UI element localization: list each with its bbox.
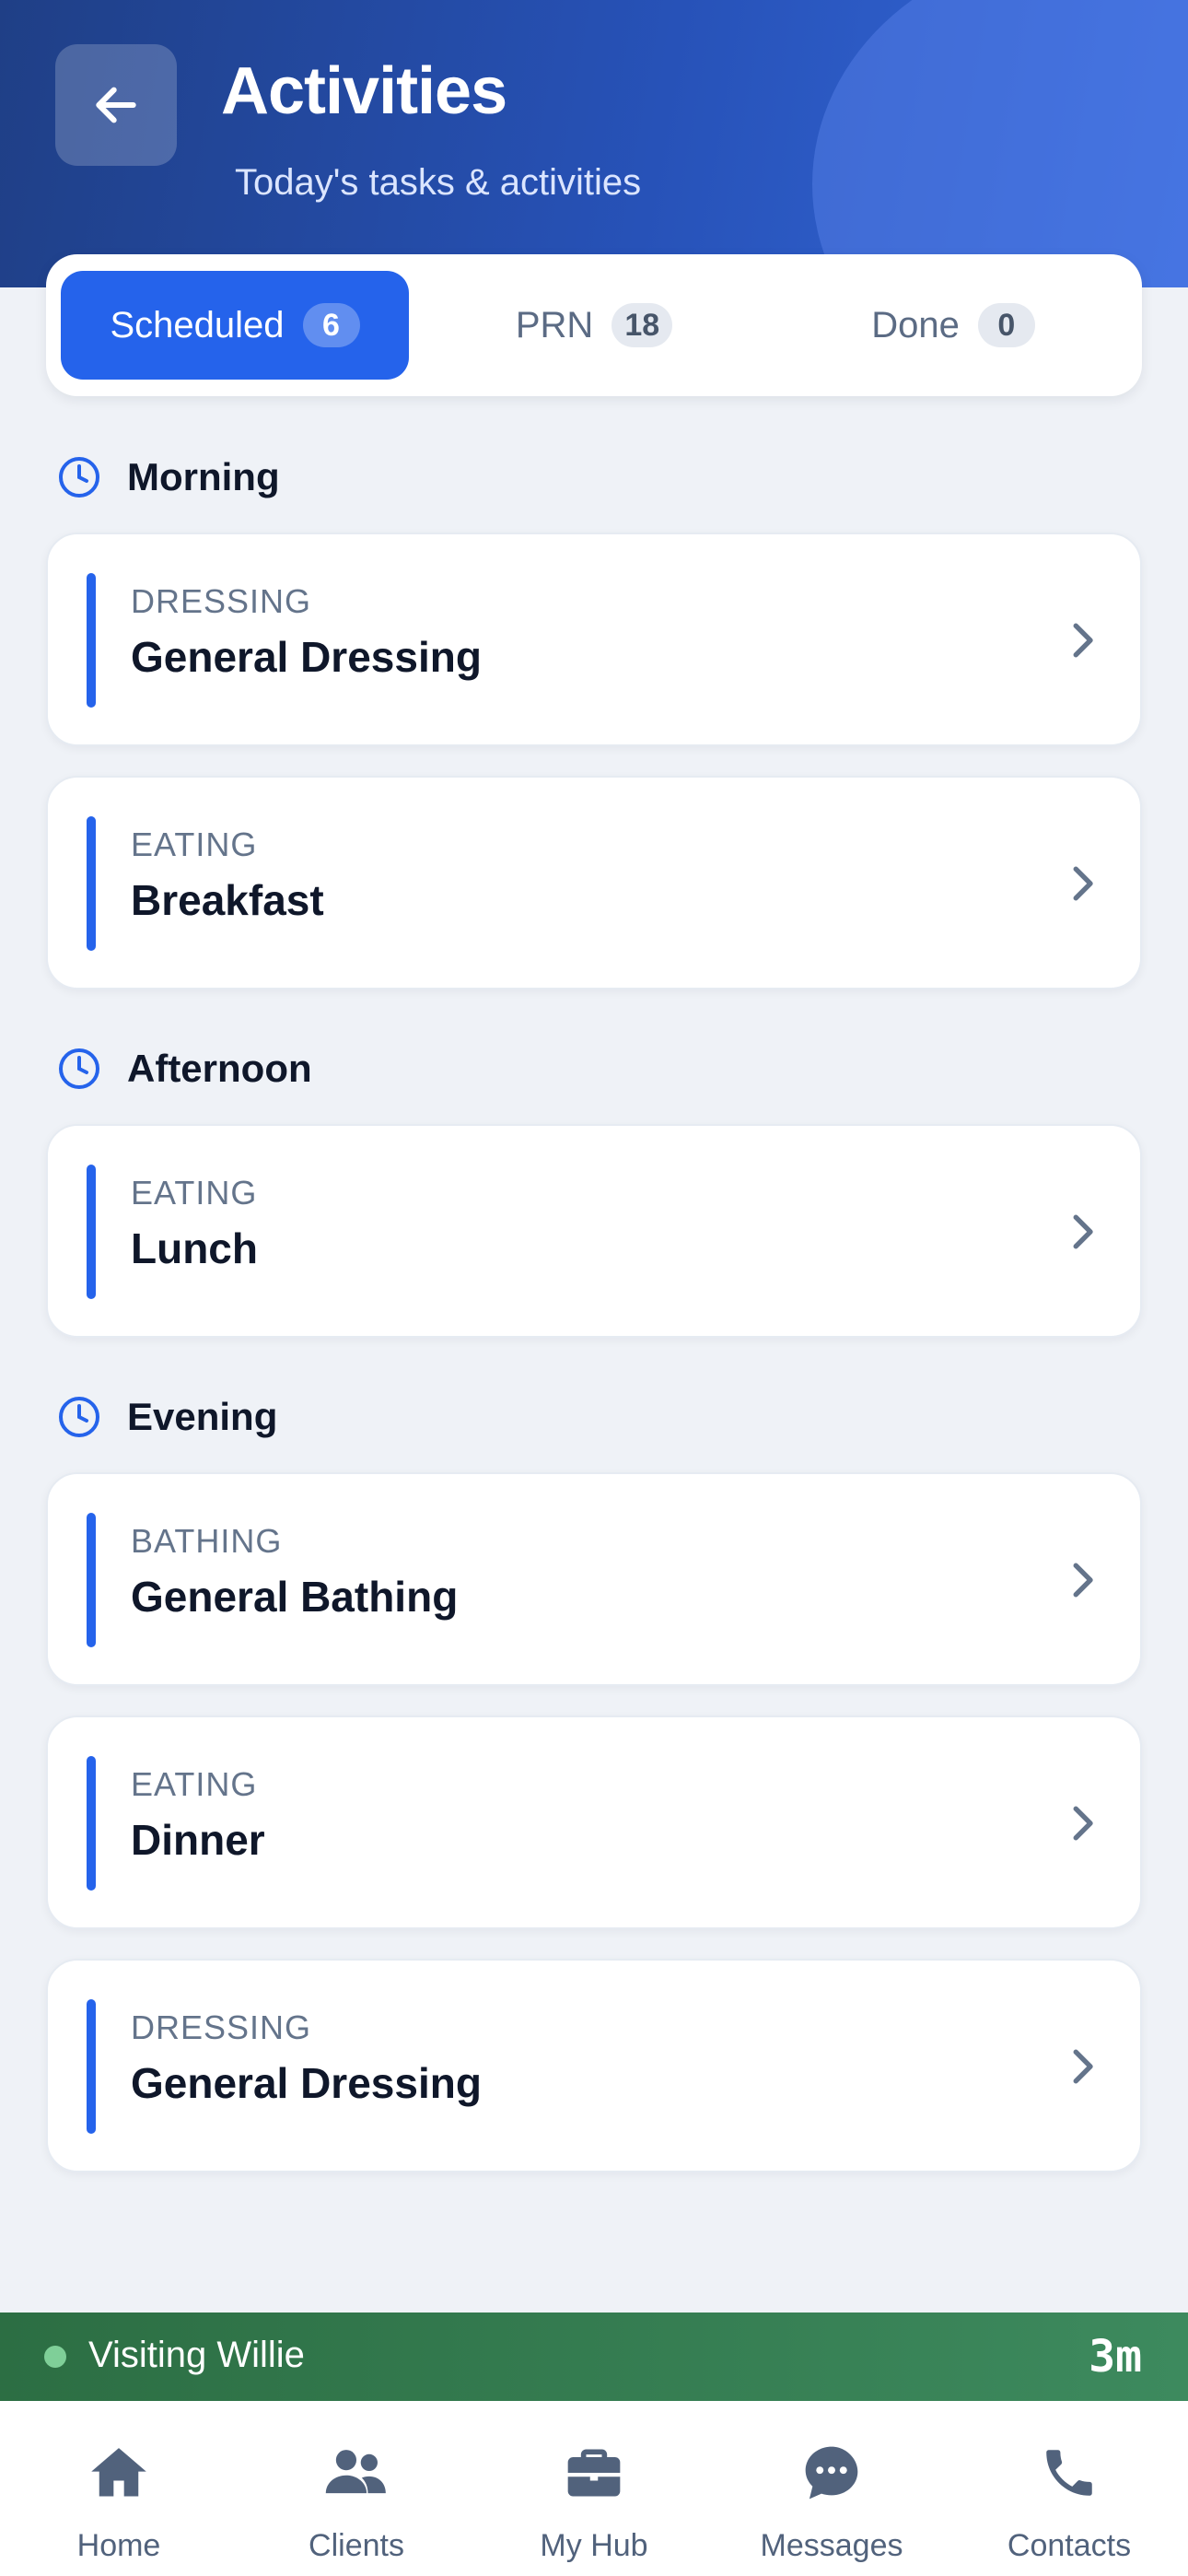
activity-name: General Dressing	[131, 2059, 482, 2107]
briefcase-icon	[567, 2449, 621, 2497]
section-title: Afternoon	[127, 1047, 312, 1090]
bottom-nav: Home Clients My Hub Messages Contacts	[0, 2401, 1188, 2576]
accent-bar	[87, 816, 96, 951]
clock-icon	[59, 1397, 99, 1437]
section-header-evening: Evening	[57, 1395, 277, 1439]
chevron-right-icon	[1073, 2049, 1093, 2084]
chevron-right-icon	[1073, 623, 1093, 658]
activity-category: EATING	[131, 1174, 258, 1212]
chevron-right-icon	[1073, 1214, 1093, 1249]
nav-contacts[interactable]: Contacts	[950, 2401, 1188, 2576]
activity-card[interactable]: BATHING General Bathing	[46, 1472, 1142, 1686]
tab-prn[interactable]: PRN 18	[420, 271, 768, 380]
status-dot	[44, 2346, 66, 2368]
section-header-morning: Morning	[57, 455, 280, 499]
chevron-right-icon	[1073, 1806, 1093, 1841]
chat-bubble-icon	[805, 2446, 858, 2500]
accent-bar	[87, 1165, 96, 1299]
nav-messages[interactable]: Messages	[713, 2401, 950, 2576]
tab-done[interactable]: Done 0	[779, 271, 1127, 380]
accent-bar	[87, 1999, 96, 2134]
tab-label: Scheduled	[110, 304, 285, 345]
tab-count-badge: 0	[977, 303, 1035, 347]
activity-name: Breakfast	[131, 876, 324, 924]
clock-icon	[59, 457, 99, 498]
app-header: Activities Today's tasks & activities	[0, 0, 1188, 287]
phone-icon	[1046, 2450, 1092, 2496]
visit-label: Visiting Willie	[88, 2335, 305, 2375]
nav-label: Clients	[309, 2528, 404, 2563]
back-button[interactable]	[55, 44, 177, 166]
nav-label: My Hub	[540, 2528, 648, 2563]
tab-label: Done	[871, 304, 960, 345]
activity-category: BATHING	[131, 1522, 283, 1560]
tab-count-badge: 18	[611, 303, 673, 347]
activity-card[interactable]: EATING Lunch	[46, 1124, 1142, 1338]
section-title: Evening	[127, 1395, 278, 1438]
chevron-right-icon	[1073, 1563, 1093, 1598]
activity-category: EATING	[131, 825, 258, 863]
section-header-afternoon: Afternoon	[57, 1047, 312, 1091]
nav-clients[interactable]: Clients	[238, 2401, 475, 2576]
active-visit-banner[interactable]: Visiting Willie 3m	[0, 2313, 1188, 2401]
accent-bar	[87, 1756, 96, 1891]
activity-card[interactable]: EATING Dinner	[46, 1715, 1142, 1929]
nav-label: Home	[76, 2528, 161, 2563]
arrow-left-icon	[96, 87, 136, 123]
activity-name: Lunch	[131, 1224, 258, 1272]
activity-category: EATING	[131, 1765, 258, 1803]
tab-label: PRN	[515, 304, 594, 345]
activity-category: DRESSING	[131, 582, 312, 620]
activity-name: Dinner	[131, 1816, 265, 1864]
chevron-right-icon	[1073, 866, 1093, 901]
page-title: Activities	[221, 54, 507, 128]
section-title: Morning	[127, 455, 280, 498]
tab-bar: Scheduled 6 PRN 18 Done 0	[46, 254, 1142, 396]
tab-count-badge: 6	[302, 303, 360, 347]
accent-bar	[87, 1513, 96, 1647]
activity-card[interactable]: DRESSING General Dressing	[46, 1959, 1142, 2172]
activity-card[interactable]: EATING Breakfast	[46, 776, 1142, 989]
activity-name: General Bathing	[131, 1573, 459, 1621]
clock-icon	[59, 1048, 99, 1089]
nav-home[interactable]: Home	[0, 2401, 238, 2576]
nav-label: Messages	[760, 2528, 903, 2563]
home-icon	[91, 2448, 146, 2497]
tab-scheduled[interactable]: Scheduled 6	[61, 271, 409, 380]
accent-bar	[87, 573, 96, 708]
activity-category: DRESSING	[131, 2008, 312, 2046]
page-subtitle: Today's tasks & activities	[235, 162, 642, 203]
activity-name: General Dressing	[131, 633, 482, 681]
activity-card[interactable]: DRESSING General Dressing	[46, 533, 1142, 746]
header-decoration	[812, 0, 1188, 287]
nav-my-hub[interactable]: My Hub	[475, 2401, 713, 2576]
nav-label: Contacts	[1007, 2528, 1132, 2563]
users-icon	[325, 2450, 386, 2494]
visit-timer: 3m	[1089, 2331, 1142, 2383]
